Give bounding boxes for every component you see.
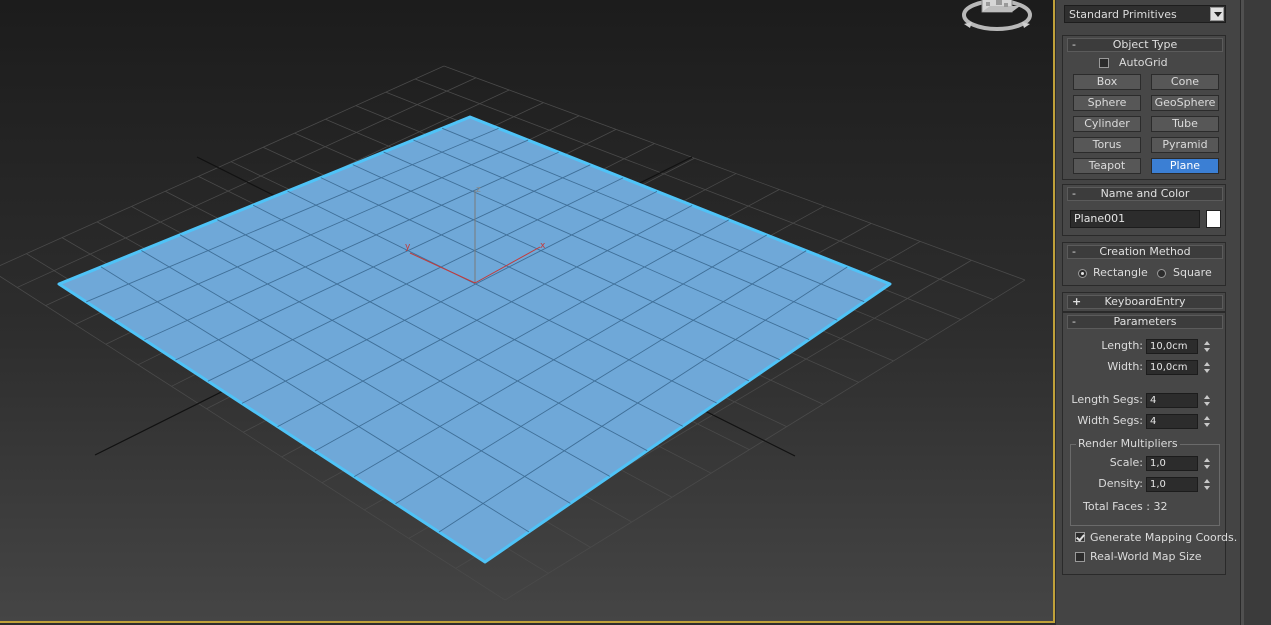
keyboard-entry-title: KeyboardEntry [1104, 295, 1186, 308]
parameters-title: Parameters [1113, 315, 1177, 328]
length-segs-label: Length Segs: [1071, 393, 1143, 406]
rectangle-radio[interactable] [1078, 269, 1087, 278]
width-field[interactable]: 10,0cm [1146, 360, 1198, 375]
object-name-field[interactable]: Plane001 [1070, 210, 1200, 228]
length-segs-spinner[interactable] [1202, 393, 1212, 408]
name-color-rollout: - Name and Color Plane001 [1062, 184, 1226, 236]
object-type-title: Object Type [1112, 38, 1178, 51]
torus-button[interactable]: Torus [1073, 137, 1141, 153]
plane-button[interactable]: Plane [1151, 158, 1219, 174]
cylinder-button[interactable]: Cylinder [1073, 116, 1141, 132]
expand-icon[interactable]: + [1072, 296, 1081, 308]
dropdown-value: Standard Primitives [1069, 8, 1177, 21]
chevron-down-icon[interactable] [1210, 7, 1224, 21]
density-spinner[interactable] [1202, 477, 1212, 492]
width-segs-label: Width Segs: [1077, 414, 1143, 427]
autogrid-checkbox[interactable] [1099, 58, 1109, 68]
render-multipliers-title: Render Multipliers [1076, 437, 1180, 450]
pyramid-button[interactable]: Pyramid [1151, 137, 1219, 153]
object-type-header[interactable]: - Object Type [1067, 38, 1223, 52]
parameters-header[interactable]: - Parameters [1067, 315, 1223, 329]
length-field[interactable]: 10,0cm [1146, 339, 1198, 354]
primitive-category-dropdown[interactable]: Standard Primitives [1064, 5, 1226, 23]
real-world-map-label: Real-World Map Size [1090, 550, 1202, 563]
collapse-icon[interactable]: - [1072, 188, 1076, 200]
keyboard-entry-rollout: + KeyboardEntry [1062, 292, 1226, 312]
scale-field[interactable]: 1,0 [1146, 456, 1198, 471]
width-segs-spinner[interactable] [1202, 414, 1212, 429]
width-spinner[interactable] [1202, 360, 1212, 375]
scale-spinner[interactable] [1202, 456, 1212, 471]
viewcube-icon[interactable] [962, 0, 1032, 31]
tube-button[interactable]: Tube [1151, 116, 1219, 132]
density-label: Density: [1098, 477, 1143, 490]
gizmo-x-label: x [540, 241, 546, 251]
total-faces-readout: Total Faces : 32 [1083, 500, 1168, 513]
real-world-map-checkbox[interactable] [1075, 552, 1085, 562]
teapot-button[interactable]: Teapot [1073, 158, 1141, 174]
parameters-rollout: - Parameters Length: 10,0cm Width: 10,0c… [1062, 312, 1237, 575]
length-segs-field[interactable]: 4 [1146, 393, 1198, 408]
name-color-header[interactable]: - Name and Color [1067, 187, 1223, 201]
length-label: Length: [1101, 339, 1143, 352]
density-field[interactable]: 1,0 [1146, 477, 1198, 492]
keyboard-entry-header[interactable]: + KeyboardEntry [1067, 295, 1223, 309]
rectangle-label: Rectangle [1093, 266, 1148, 279]
scroll-track [1241, 0, 1244, 625]
collapse-icon[interactable]: - [1072, 316, 1076, 328]
viewport-scene: z y x [0, 0, 1032, 601]
perspective-viewport[interactable]: z y x [0, 0, 1055, 623]
box-button[interactable]: Box [1073, 74, 1141, 90]
panel-scroll-strip[interactable] [1240, 0, 1271, 625]
gizmo-z-label: z [476, 185, 481, 195]
sphere-button[interactable]: Sphere [1073, 95, 1141, 111]
generate-mapping-checkbox[interactable] [1075, 532, 1085, 542]
collapse-icon[interactable]: - [1072, 246, 1076, 258]
cone-button[interactable]: Cone [1151, 74, 1219, 90]
geosphere-button[interactable]: GeoSphere [1151, 95, 1219, 111]
width-label: Width: [1107, 360, 1143, 373]
plane-object[interactable] [57, 115, 892, 564]
creation-method-rollout: - Creation Method Rectangle Square [1062, 242, 1226, 286]
name-color-title: Name and Color [1100, 187, 1190, 200]
autogrid-label: AutoGrid [1119, 56, 1168, 69]
collapse-icon[interactable]: - [1072, 39, 1076, 51]
square-radio[interactable] [1157, 269, 1166, 278]
object-color-swatch[interactable] [1206, 210, 1221, 228]
object-type-rollout: - Object Type AutoGrid Box Cone Sphere G… [1062, 35, 1226, 180]
generate-mapping-label: Generate Mapping Coords. [1090, 531, 1238, 544]
creation-method-title: Creation Method [1099, 245, 1191, 258]
creation-method-header[interactable]: - Creation Method [1067, 245, 1223, 259]
square-label: Square [1173, 266, 1212, 279]
scale-label: Scale: [1109, 456, 1143, 469]
width-segs-field[interactable]: 4 [1146, 414, 1198, 429]
length-spinner[interactable] [1202, 339, 1212, 354]
gizmo-y-label: y [405, 242, 411, 252]
